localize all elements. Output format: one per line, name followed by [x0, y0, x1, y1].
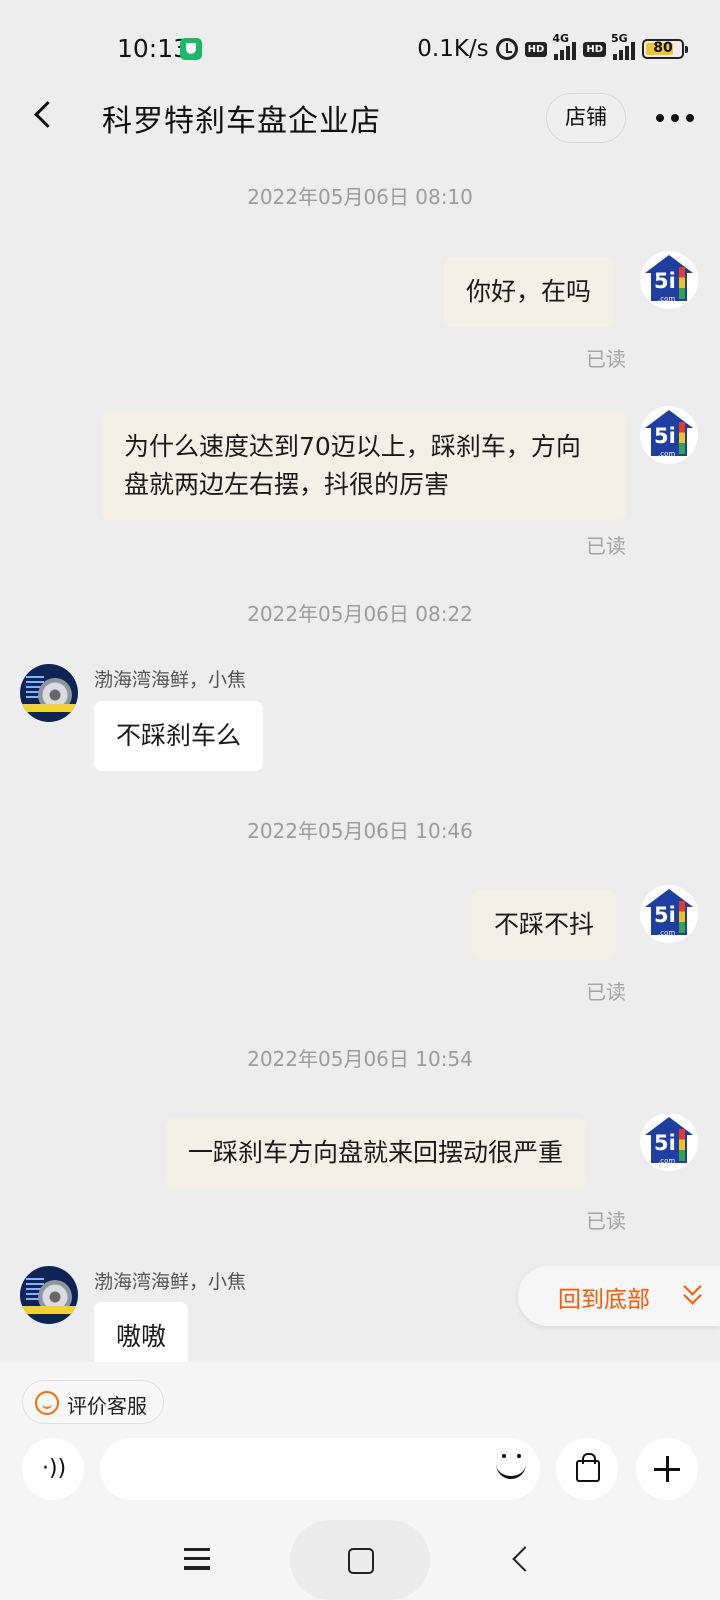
my-avatar[interactable]: 5i .com [640, 406, 698, 464]
more-dots-icon [656, 114, 664, 122]
more-dots-icon [671, 114, 679, 122]
page-title: 科罗特刹车盘企业店 [102, 104, 381, 139]
back-button[interactable] [22, 94, 66, 138]
status-indicators: 0.1K/s HD 4G HD 5G 80 [417, 32, 688, 64]
shield-icon [180, 38, 202, 60]
read-status: 已读 [586, 534, 626, 558]
shopping-bag-icon [576, 1453, 600, 1482]
hd-badge: HD [583, 41, 606, 57]
message-timestamp: 2022年05月06日 08:10 [247, 185, 473, 209]
sender-name: 渤海湾海鲜，小焦 [94, 1271, 247, 1293]
chat-header: 科罗特刹车盘企业店 店铺 [0, 88, 720, 148]
hd-badge: HD [524, 41, 548, 57]
message-timestamp: 2022年05月06日 08:22 [247, 602, 473, 626]
read-status: 已读 [586, 980, 626, 1004]
avatar-logo-text: 5i [654, 269, 676, 293]
emoji-icon[interactable] [496, 1452, 526, 1482]
plus-icon [654, 1456, 680, 1482]
shop-avatar[interactable] [20, 1266, 78, 1324]
input-area: 评价客服 ·)) [0, 1362, 720, 1520]
store-button[interactable]: 店铺 [546, 93, 626, 143]
my-avatar[interactable]: 5i .com [640, 1113, 698, 1171]
my-avatar[interactable]: 5i .com [640, 885, 698, 943]
message-input[interactable] [100, 1438, 540, 1500]
menu-icon[interactable] [184, 1548, 210, 1570]
system-nav-bar [0, 1520, 720, 1600]
avatar-logo-text: 5i [654, 1131, 676, 1155]
scroll-to-bottom-button[interactable]: 回到底部 [518, 1266, 720, 1326]
signal-4g-icon: 4G [552, 32, 577, 60]
signal-5g-icon: 5G [611, 32, 635, 60]
alarm-icon [495, 38, 518, 60]
avatar-logo-sub: .com [658, 1157, 676, 1165]
status-time: 10:13 [117, 34, 190, 63]
avatar-logo-text: 5i [654, 903, 676, 927]
message-timestamp: 2022年05月06日 10:46 [247, 819, 473, 843]
message-bubble-outgoing[interactable]: 不踩不抖 [472, 890, 617, 960]
sender-name: 渤海湾海鲜，小焦 [94, 669, 247, 691]
voice-icon: ·)) [42, 1456, 67, 1481]
shop-avatar[interactable] [20, 664, 78, 722]
read-status: 已读 [586, 1209, 626, 1233]
avatar-logo-sub: .com [658, 450, 676, 458]
network-label: 5G [611, 32, 628, 45]
avatar-logo-sub: .com [658, 929, 676, 937]
network-label: 4G [552, 32, 570, 45]
battery-level: 80 [653, 40, 673, 56]
message-bubble-outgoing[interactable]: 一踩刹车方向盘就来回摆动很严重 [166, 1118, 586, 1188]
network-speed: 0.1K/s [417, 36, 489, 62]
more-button[interactable] [650, 98, 700, 138]
scroll-to-bottom-label: 回到底部 [558, 1287, 650, 1313]
read-status: 已读 [586, 347, 626, 371]
rate-service-button[interactable]: 评价客服 [22, 1380, 164, 1424]
rate-service-label: 评价客服 [67, 1394, 147, 1418]
more-dots-icon [686, 114, 694, 122]
status-bar: 10:13 0.1K/s HD 4G HD 5G 80 [0, 0, 720, 90]
shopping-bag-button[interactable] [556, 1438, 618, 1500]
avatar-logo-text: 5i [654, 424, 676, 448]
message-timestamp: 2022年05月06日 10:54 [247, 1047, 473, 1071]
message-bubble-incoming[interactable]: 嗷嗷 [94, 1302, 189, 1362]
double-chevron-down-icon [686, 1282, 700, 1296]
more-actions-button[interactable] [636, 1438, 698, 1500]
my-avatar[interactable]: 5i .com [640, 251, 698, 309]
smile-icon [35, 1391, 59, 1415]
message-bubble-outgoing[interactable]: 为什么速度达到70迈以上，踩刹车，方向盘就两边左右摆，抖很的厉害 [102, 412, 626, 520]
message-bubble-outgoing[interactable]: 你好，在吗 [444, 257, 614, 327]
battery-icon: 80 [642, 39, 688, 59]
avatar-logo-sub: .com [658, 295, 676, 303]
back-icon[interactable] [512, 1546, 538, 1572]
message-bubble-incoming[interactable]: 不踩刹车么 [94, 701, 264, 771]
home-icon[interactable] [290, 1520, 430, 1600]
voice-button[interactable]: ·)) [22, 1438, 84, 1500]
